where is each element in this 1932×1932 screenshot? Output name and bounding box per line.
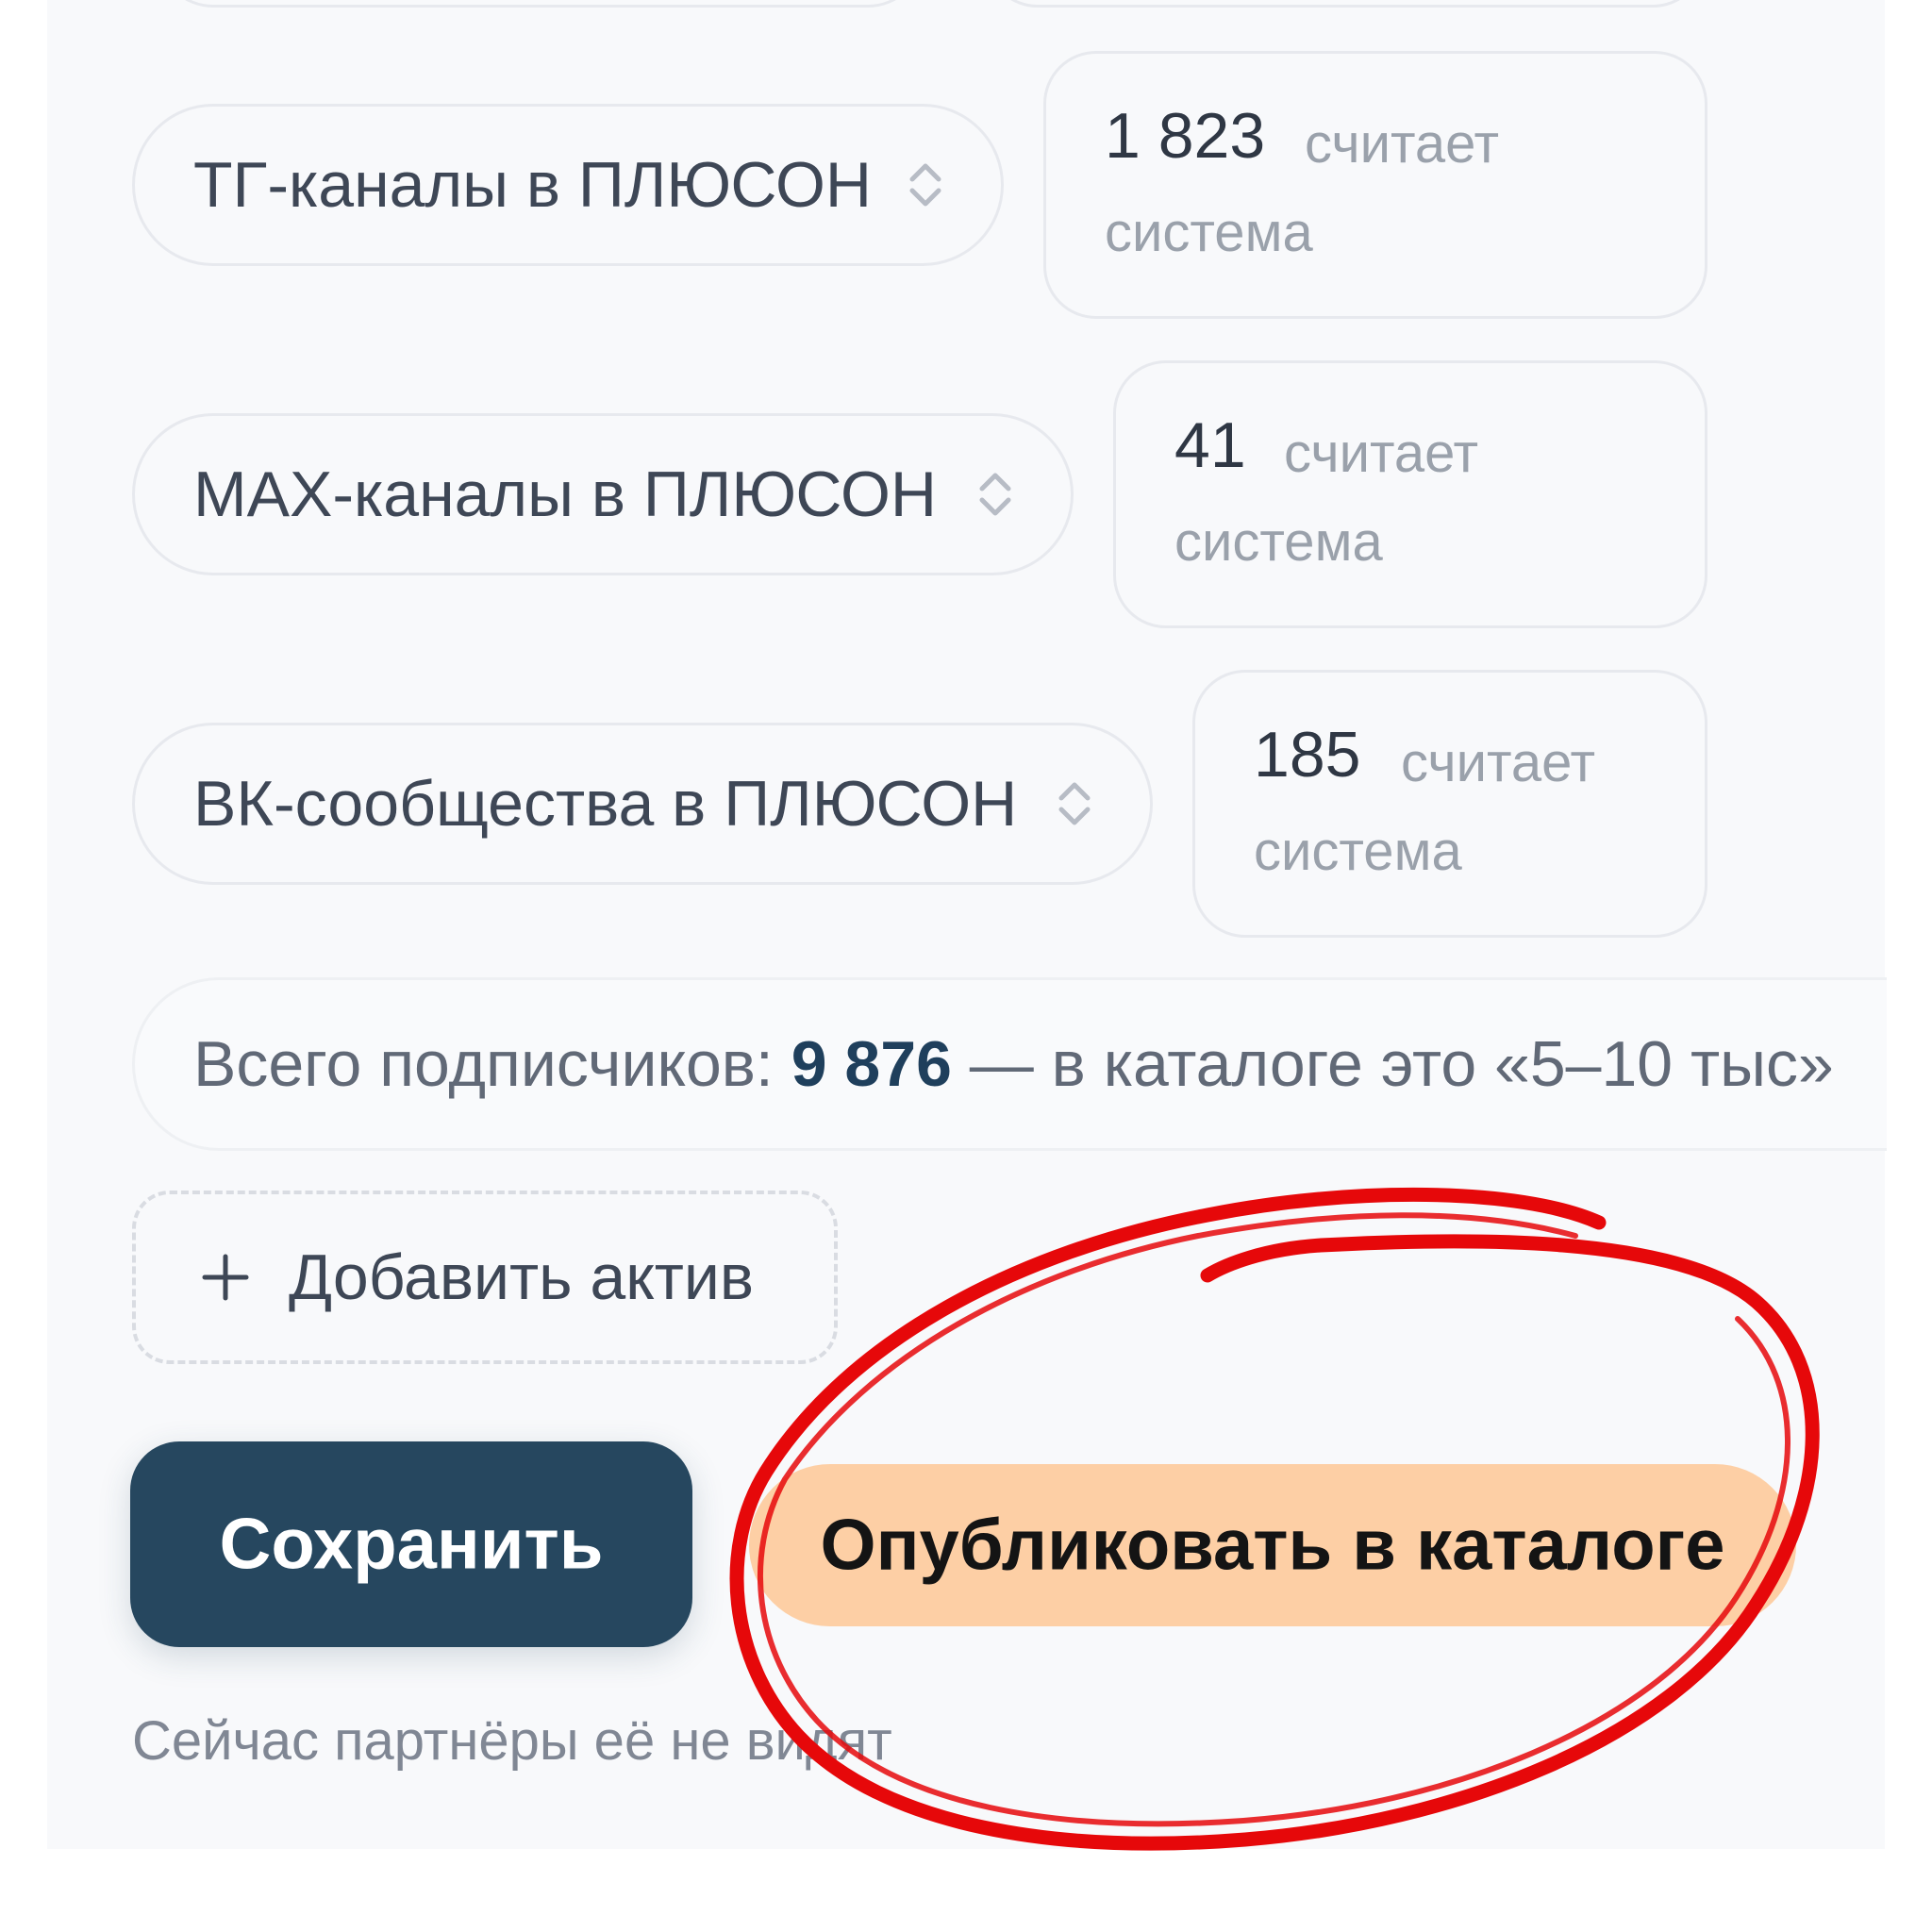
asset-type-select[interactable]: ТГ-каналы в ПЛЮСОН — [132, 104, 1004, 266]
summary-prefix: Всего подписчиков: — [193, 1028, 791, 1100]
chevron-up-down-icon — [1058, 782, 1091, 825]
asset-type-select[interactable]: MAX-каналы в ПЛЮСОН — [132, 413, 1074, 575]
asset-type-label: ВК-сообщества в ПЛЮСОН — [193, 768, 1018, 840]
asset-count-box: 185 считает система — [1192, 670, 1707, 938]
visibility-hint: Сейчас партнёры её не видят — [132, 1710, 892, 1772]
asset-count-box: 41 считает система — [1113, 360, 1707, 628]
asset-count-sub: система — [1105, 202, 1313, 263]
summary-suffix: — в каталоге это «5–10 тыс» — [951, 1028, 1834, 1100]
asset-count-note: считает — [1284, 423, 1479, 484]
chevron-up-down-icon — [979, 473, 1011, 516]
asset-type-label: ТГ-каналы в ПЛЮСОН — [193, 149, 872, 221]
asset-count-note: считает — [1401, 732, 1596, 793]
asset-count-value: 1 823 — [1105, 100, 1266, 172]
summary-total: 9 876 — [791, 1028, 952, 1100]
plus-icon — [202, 1254, 249, 1301]
asset-count-partial — [985, 0, 1706, 8]
publish-in-catalog-button[interactable]: Опубликовать в каталоге — [749, 1464, 1796, 1626]
chevron-up-down-icon — [909, 163, 941, 207]
add-asset-button[interactable]: Добавить актив — [132, 1191, 838, 1364]
asset-count-sub: система — [1174, 511, 1383, 573]
publish-button-label: Опубликовать в каталоге — [820, 1505, 1725, 1586]
save-button-label: Сохранить — [219, 1504, 604, 1585]
save-button[interactable]: Сохранить — [130, 1441, 692, 1647]
asset-select-partial[interactable] — [157, 0, 924, 8]
add-asset-label: Добавить актив — [289, 1241, 754, 1313]
asset-count-value: 41 — [1174, 409, 1246, 481]
asset-count-note: считает — [1305, 113, 1500, 175]
subscribers-summary: Всего подписчиков: 9 876 — в каталоге эт… — [132, 977, 1887, 1151]
asset-type-select[interactable]: ВК-сообщества в ПЛЮСОН — [132, 723, 1153, 885]
asset-type-label: MAX-каналы в ПЛЮСОН — [193, 458, 937, 530]
asset-count-box: 1 823 считает система — [1043, 51, 1707, 319]
asset-count-value: 185 — [1254, 719, 1361, 791]
asset-count-sub: система — [1254, 821, 1462, 882]
summary-text: Всего подписчиков: 9 876 — в каталоге эт… — [193, 1027, 1834, 1101]
